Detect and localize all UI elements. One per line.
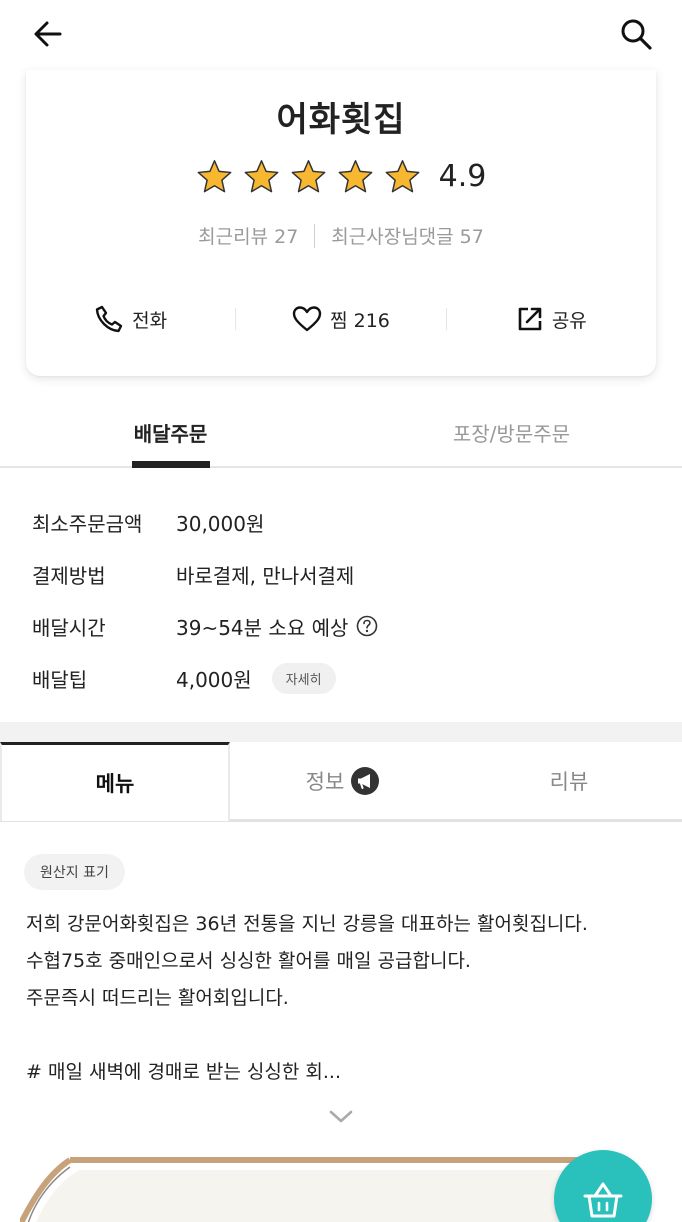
divider	[314, 223, 316, 248]
basket-icon	[583, 1182, 623, 1218]
heart-icon	[292, 306, 322, 332]
delivery-time-value: 39~54분 소요 예상	[176, 615, 349, 640]
search-button[interactable]	[616, 14, 656, 54]
call-button[interactable]: 전화	[26, 304, 235, 334]
info-row-delivery-time: 배달시간 39~54분 소요 예상	[32, 600, 652, 652]
info-label: 배달팁	[32, 667, 88, 692]
call-label: 전화	[132, 309, 168, 332]
origin-label-button[interactable]: 원산지 표기	[24, 854, 125, 890]
arrow-left-icon	[34, 21, 62, 47]
tab-menu[interactable]: 메뉴	[0, 742, 230, 821]
description-line: # 매일 새벽에 경매로 받는 싱싱한 회...	[26, 1061, 341, 1083]
description-line: 주문즉시 떠드리는 활어회입니다.	[26, 987, 289, 1009]
star-icon	[385, 160, 420, 193]
share-label: 공유	[551, 309, 587, 332]
megaphone-icon	[351, 766, 380, 795]
star-icon	[197, 160, 232, 193]
info-label: 결제방법	[32, 563, 106, 588]
phone-icon	[95, 305, 123, 333]
description-line: 수협75호 중매인으로서 싱싱한 활어를 매일 공급합니다.	[26, 950, 471, 972]
star-icon	[244, 160, 279, 193]
delivery-tip-value: 4,000원	[176, 667, 252, 692]
share-button[interactable]: 공유	[447, 305, 656, 333]
info-label: 배달시간	[32, 615, 106, 640]
tab-review-label: 리뷰	[549, 769, 589, 794]
chevron-down-icon	[329, 1110, 353, 1123]
info-value: 30,000원	[176, 511, 265, 536]
share-icon	[518, 307, 542, 331]
like-label: 찜 216	[330, 309, 390, 332]
info-row-delivery-tip: 배달팁 4,000원 자세히	[32, 652, 652, 704]
question-circle-icon[interactable]	[356, 615, 378, 637]
menu-food-image[interactable]	[20, 1155, 640, 1222]
info-value: 바로결제, 만나서결제	[176, 563, 355, 588]
recent-owner-replies[interactable]: 최근사장님댓글 57	[331, 222, 484, 249]
search-icon	[621, 19, 652, 50]
back-button[interactable]	[28, 14, 68, 54]
info-value: 4,000원 자세히	[176, 662, 336, 694]
info-value: 39~54분 소요 예상	[176, 612, 378, 641]
tab-info-label: 정보	[305, 769, 345, 794]
tab-info[interactable]: 정보	[230, 742, 456, 821]
store-card: 어화횟집 4.9 최근리뷰 27 최근사장님댓글 57 전화 찜 216 공유	[26, 70, 656, 376]
order-type-tabs: 배달주문 포장/방문주문	[0, 400, 682, 468]
action-row: 전화 찜 216 공유	[26, 298, 656, 340]
recent-reviews[interactable]: 최근리뷰 27	[198, 222, 298, 249]
tab-review[interactable]: 리뷰	[456, 742, 682, 821]
content-tabs: 메뉴 정보 리뷰	[0, 742, 682, 822]
rating-row: 4.9	[26, 158, 656, 195]
like-button[interactable]: 찜 216	[236, 305, 445, 333]
delivery-info: 최소주문금액 30,000원 결제방법 바로결제, 만나서결제 배달시간 39~…	[32, 496, 652, 704]
expand-button[interactable]	[322, 1102, 360, 1132]
store-name: 어화횟집	[276, 100, 406, 140]
tip-detail-button[interactable]: 자세히	[271, 662, 336, 694]
description-line: 저희 강문어화횟집은 36년 전통을 지닌 강릉을 대표하는 활어횟집니다.	[26, 913, 588, 935]
tab-menu-label: 메뉴	[95, 772, 135, 796]
info-label: 최소주문금액	[32, 511, 143, 536]
review-summary[interactable]: 최근리뷰 27 최근사장님댓글 57	[26, 222, 656, 249]
star-icon	[338, 160, 373, 193]
store-description: 저희 강문어화횟집은 36년 전통을 지닌 강릉을 대표하는 활어횟집니다. 수…	[26, 906, 656, 1091]
tab-pickup[interactable]: 포장/방문주문	[341, 400, 682, 466]
tab-delivery[interactable]: 배달주문	[0, 400, 341, 466]
info-row-payment: 결제방법 바로결제, 만나서결제	[32, 548, 652, 600]
rating-value: 4.9	[438, 159, 487, 194]
top-bar	[0, 0, 682, 70]
info-row-min-order: 최소주문금액 30,000원	[32, 496, 652, 548]
section-divider	[0, 722, 682, 742]
star-icon	[291, 160, 326, 193]
